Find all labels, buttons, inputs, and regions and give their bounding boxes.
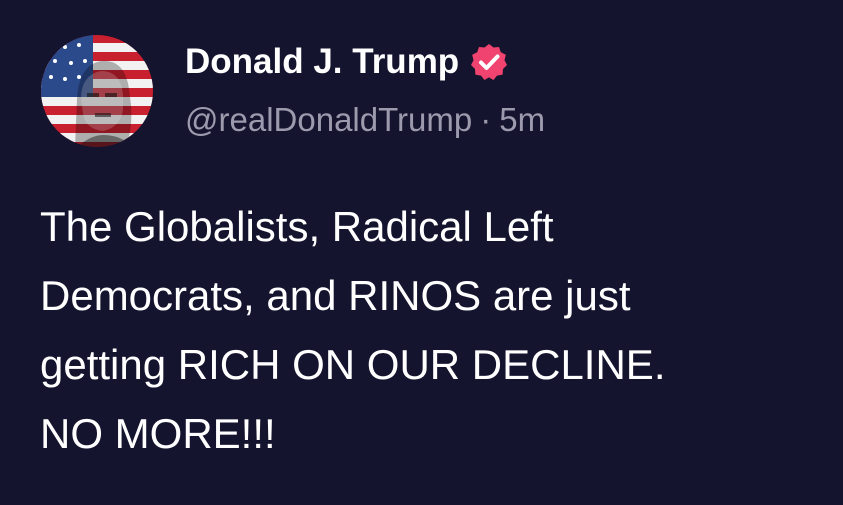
post-card: Donald J. Trump @realDonaldTrump · 5m The … <box>0 0 843 505</box>
author-avatar[interactable] <box>41 35 153 147</box>
post-body-text: The Globalists, Radical Left Democrats, … <box>40 203 666 457</box>
verified-badge-icon <box>469 42 509 82</box>
flag-portrait-avatar-icon <box>41 35 153 147</box>
author-display-name[interactable]: Donald J. Trump <box>185 40 509 84</box>
meta-separator: · <box>480 101 492 138</box>
post-meta: @realDonaldTrump · 5m <box>185 98 545 142</box>
author-name-text: Donald J. Trump <box>185 42 460 81</box>
author-handle[interactable]: @realDonaldTrump <box>185 101 472 138</box>
post-timestamp[interactable]: 5m <box>499 101 545 138</box>
